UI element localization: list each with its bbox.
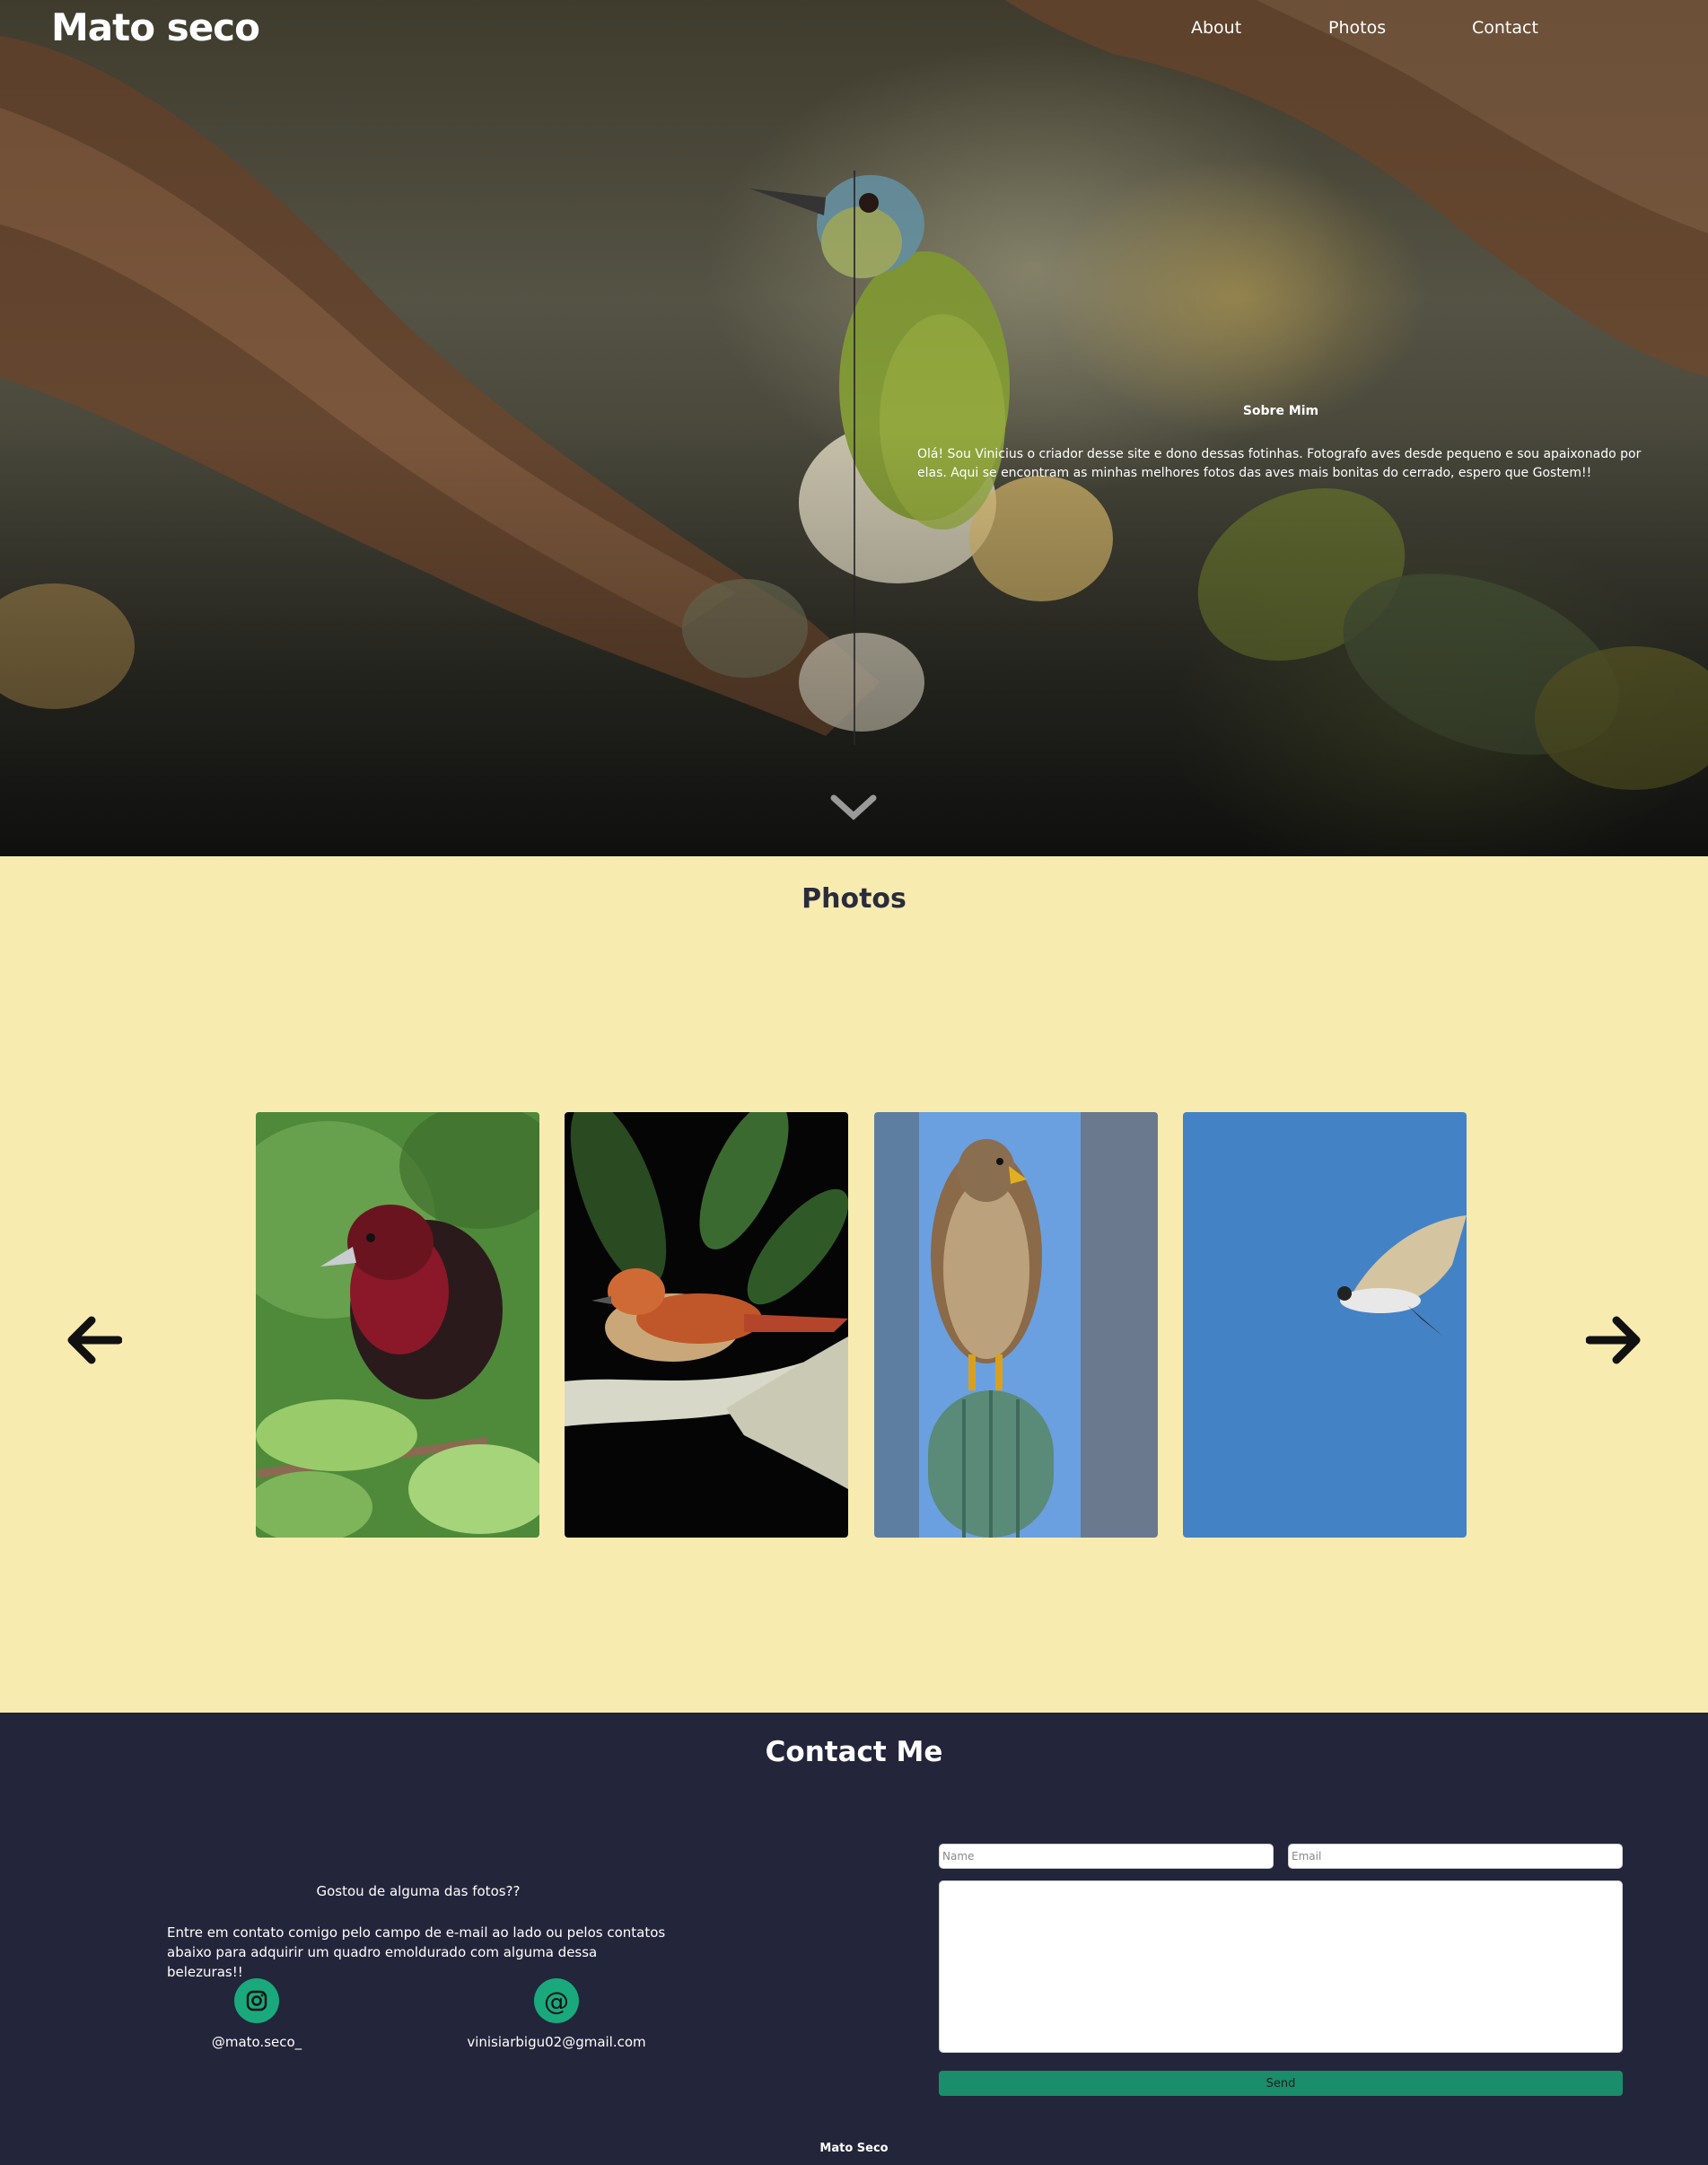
photo-card[interactable] <box>565 1112 848 1538</box>
email-field[interactable] <box>1288 1844 1623 1869</box>
send-button[interactable]: Send <box>939 2071 1623 2096</box>
about-text: Olá! Sou Vinicius o criador desse site e… <box>917 447 1642 480</box>
photo-card[interactable] <box>1183 1112 1467 1538</box>
contact-question: Gostou de alguma das fotos?? <box>316 1883 521 1899</box>
message-field[interactable] <box>939 1880 1623 2053</box>
chevron-down-icon[interactable] <box>830 794 877 821</box>
hero-divider <box>854 171 855 745</box>
about-panel: Sobre Mim Olá! Sou Vinicius o criador de… <box>917 404 1644 483</box>
instagram-icon[interactable] <box>234 1978 279 2023</box>
instagram-contact[interactable]: @mato.seco_ <box>149 1978 364 2050</box>
photo-kite <box>1183 1112 1467 1538</box>
name-field[interactable] <box>939 1844 1274 1869</box>
contact-title: Contact Me <box>765 1736 943 1768</box>
site-logo[interactable]: Mato seco <box>51 5 260 49</box>
footer-brand: Mato Seco <box>819 2142 889 2155</box>
photo-hawk <box>874 1112 1158 1538</box>
arrow-right-icon[interactable] <box>1585 1315 1642 1365</box>
email-address[interactable]: vinisiarbigu02@gmail.com <box>449 2034 664 2050</box>
instagram-handle[interactable]: @mato.seco_ <box>149 2034 364 2050</box>
hero-section: Mato seco About Photos Contact Sobre Mim… <box>0 0 1708 856</box>
arrow-left-icon[interactable] <box>66 1315 123 1365</box>
photo-tanager <box>256 1112 539 1538</box>
at-sign-icon[interactable]: @ <box>534 1978 579 2023</box>
nav-about[interactable]: About <box>1191 18 1241 38</box>
email-contact[interactable]: @ vinisiarbigu02@gmail.com <box>449 1978 664 2050</box>
photo-rufous-bird <box>565 1112 848 1538</box>
photo-card[interactable] <box>874 1112 1158 1538</box>
about-title: Sobre Mim <box>1242 404 1319 418</box>
contact-body: Entre em contato comigo pelo campo de e-… <box>167 1924 666 1980</box>
nav-photos[interactable]: Photos <box>1328 18 1386 38</box>
photos-section: Photos <box>0 856 1708 1713</box>
nav-contact[interactable]: Contact <box>1472 18 1538 38</box>
contact-info: Gostou de alguma das fotos?? Entre em co… <box>167 1883 670 1982</box>
photos-title: Photos <box>801 883 907 915</box>
photo-card[interactable] <box>256 1112 539 1538</box>
